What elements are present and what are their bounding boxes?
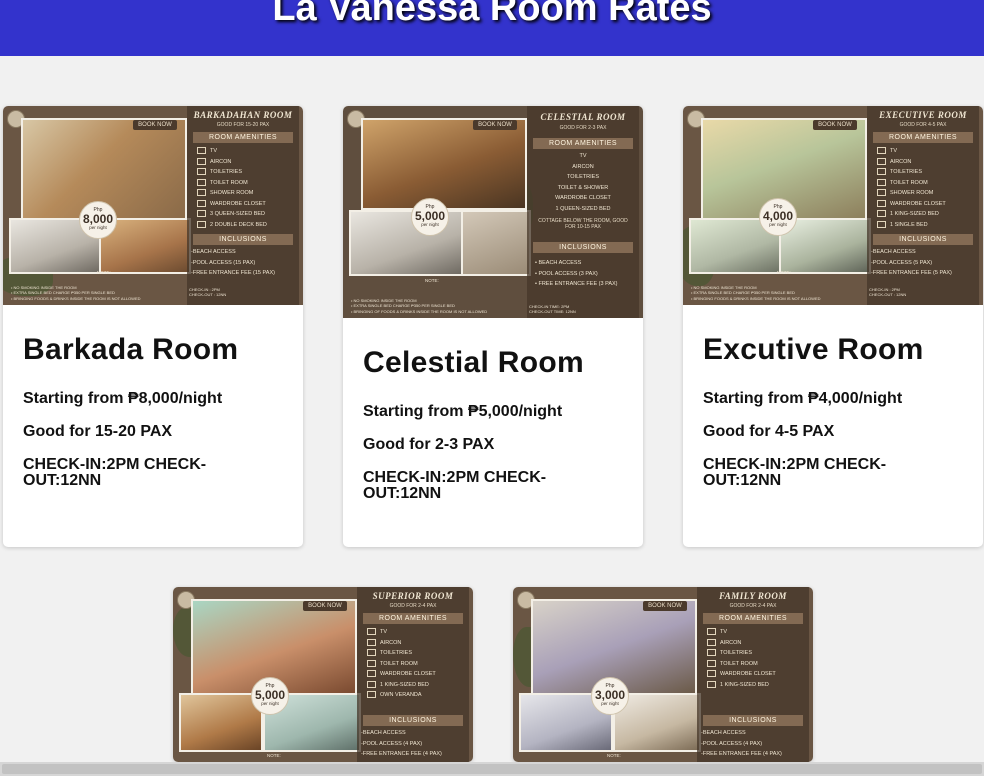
page-title: La Vanessa Room Rates [272, 0, 712, 29]
amenities-list: TV AIRCON TOILETRIES TOILET ROOM WARDROB… [707, 627, 807, 690]
flyer-room-title: FAMILY ROOM [719, 591, 787, 601]
room-card-executive: BOOK NOW Php 4,000 per night NOTE: • NO … [683, 106, 983, 547]
page-header: La Vanessa Room Rates [0, 0, 984, 56]
notes-list: • NO SMOKING INSIDE THE ROOM • EXTRA SIN… [351, 297, 488, 314]
price-seal: Php 3,000 per night [591, 677, 629, 715]
note-label: NOTE: [607, 753, 621, 758]
amenities-list: TV AIRCON TOILETRIES TOILET ROOM SHOWER … [877, 146, 977, 230]
room-photo [179, 693, 263, 752]
room-price: Starting from ₱5,000/night [363, 403, 563, 420]
note-label: NOTE: [425, 278, 439, 283]
flyer-room-title: EXECUTIVE ROOM [879, 110, 967, 120]
room-flyer-image: BOOK NOW Php 5,000 per night NOTE: • NO … [343, 106, 643, 318]
note-label: NOTE: [267, 753, 281, 758]
amenities-panel: CELESTIAL ROOM GOOD FOR 2-3 PAX ROOM AME… [527, 106, 639, 318]
room-flyer-image: BOOK NOW Php 8,000 per night NOTE: • NO … [3, 106, 303, 305]
room-title: Celestial Room [363, 346, 584, 379]
room-title: Excutive Room [703, 333, 924, 366]
inclusions-list: -BEACH ACCESS -POOL ACCESS (5 PAX) -FREE… [871, 249, 952, 276]
amenities-panel: FAMILY ROOM GOOD FOR 2-4 PAX ROOM AMENIT… [697, 587, 809, 762]
amenities-list: TV AIRCON TOILETRIES TOILET ROOM SHOWER … [197, 146, 297, 230]
room-card-barkada: BOOK NOW Php 8,000 per night NOTE: • NO … [3, 106, 303, 547]
room-check-times: CHECK-IN:2PM CHECK-OUT:12NN [363, 469, 547, 502]
flyer-room-title: BARKADAHAN ROOM [193, 110, 293, 120]
room-price: Starting from ₱8,000/night [23, 390, 223, 407]
flyer-room-title: CELESTIAL ROOM [540, 112, 626, 122]
room-photo [361, 118, 527, 210]
flyer-check-times: CHECK-IN : 2PM CHECK-OUT : 12NN [189, 287, 227, 297]
amenities-panel: SUPERIOR ROOM GOOD FOR 2-4 PAX ROOM AMEN… [357, 587, 469, 762]
price-seal: Php 8,000 per night [79, 201, 117, 239]
inclusions-list: • BEACH ACCESS • POOL ACCESS (3 PAX) • F… [535, 260, 618, 287]
room-check-times: CHECK-IN:2PM CHECK-OUT:12NN [23, 456, 207, 489]
room-check-times: CHECK-IN:2PM CHECK-OUT:12NN [703, 456, 887, 489]
book-now-badge: BOOK NOW [813, 120, 857, 130]
flyer-check-times: CHECK-IN : 2PM CHECK-OUT : 12NN [869, 287, 907, 297]
note-label: NOTE: [97, 270, 111, 275]
price-seal: Php 5,000 per night [411, 198, 449, 236]
price-seal: Php 4,000 per night [759, 198, 797, 236]
inclusions-list: -BEACH ACCESS -POOL ACCESS (4 PAX) -FREE… [701, 730, 782, 757]
room-flyer-image: BOOK NOW Php 5,000 per night NOTE: SUPER… [173, 587, 473, 762]
flyer-room-title: SUPERIOR ROOM [372, 591, 454, 601]
room-flyer-image: BOOK NOW Php 4,000 per night NOTE: • NO … [683, 106, 983, 305]
amenities-panel: BARKADAHAN ROOM GOOD FOR 15-20 PAX ROOM … [187, 106, 299, 305]
note-label: NOTE: [777, 270, 791, 275]
room-capacity: Good for 15-20 PAX [23, 423, 173, 440]
inclusions-list: -BEACH ACCESS -POOL ACCESS (4 PAX) -FREE… [361, 730, 442, 757]
room-title: Barkada Room [23, 333, 239, 366]
book-now-badge: BOOK NOW [133, 120, 177, 130]
amenities-list: TV AIRCON TOILETRIES TOILET & SHOWER WAR… [555, 153, 611, 212]
flyer-check-times: CHECK-IN TIME: 2PM CHECK-OUT TIME: 12NN [529, 304, 576, 314]
amenities-panel: EXECUTIVE ROOM GOOD FOR 4-5 PAX ROOM AME… [867, 106, 979, 305]
price-seal: Php 5,000 per night [251, 677, 289, 715]
scrollbar-thumb[interactable] [2, 764, 982, 774]
room-capacity: Good for 4-5 PAX [703, 423, 835, 440]
inclusions-list: -BEACH ACCESS -POOL ACCESS (15 PAX) -FRE… [191, 249, 275, 276]
amenities-list: TV AIRCON TOILETRIES TOILET ROOM WARDROB… [367, 627, 467, 701]
room-card-family: BOOK NOW Php 3,000 per night NOTE: FAMIL… [513, 587, 813, 762]
room-price: Starting from ₱4,000/night [703, 390, 903, 407]
room-card-superior: BOOK NOW Php 5,000 per night NOTE: SUPER… [173, 587, 473, 762]
room-card-celestial: BOOK NOW Php 5,000 per night NOTE: • NO … [343, 106, 643, 547]
book-now-badge: BOOK NOW [643, 601, 687, 611]
book-now-badge: BOOK NOW [473, 120, 517, 130]
room-capacity: Good for 2-3 PAX [363, 436, 495, 453]
cottage-note: COTTAGE BELOW THE ROOM, GOOD FOR 10-15 P… [538, 218, 628, 230]
notes-list: • NO SMOKING INSIDE THE ROOM • EXTRA SIN… [11, 284, 141, 301]
horizontal-scrollbar[interactable] [0, 762, 984, 776]
book-now-badge: BOOK NOW [303, 601, 347, 611]
notes-list: • NO SMOKING INSIDE THE ROOM • EXTRA SIN… [691, 284, 821, 301]
room-flyer-image: BOOK NOW Php 3,000 per night NOTE: FAMIL… [513, 587, 813, 762]
room-photo [461, 210, 531, 276]
